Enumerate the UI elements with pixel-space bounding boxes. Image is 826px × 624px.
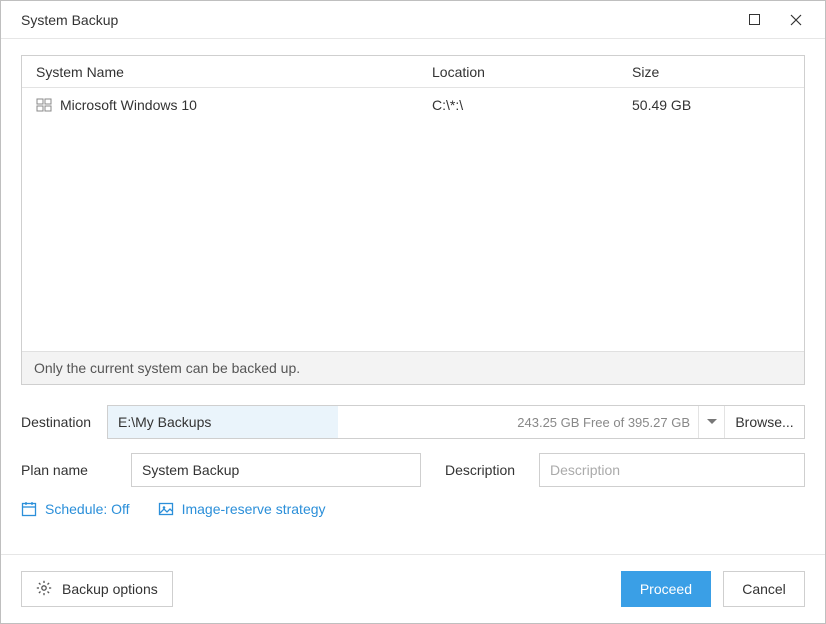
destination-free-space: 243.25 GB Free of 395.27 GB: [338, 406, 698, 438]
system-name: Microsoft Windows 10: [60, 97, 197, 113]
system-size: 50.49 GB: [632, 97, 794, 113]
plan-name-label: Plan name: [21, 462, 107, 478]
column-header-location[interactable]: Location: [432, 64, 632, 80]
maximize-button[interactable]: [733, 5, 775, 35]
plan-description-row: Plan name Description: [21, 453, 805, 487]
titlebar: System Backup: [1, 1, 825, 39]
table-row[interactable]: Microsoft Windows 10 C:\*:\ 50.49 GB: [22, 88, 804, 122]
table-body: Microsoft Windows 10 C:\*:\ 50.49 GB: [22, 88, 804, 351]
table-footer-note: Only the current system can be backed up…: [22, 351, 804, 384]
options-links: Schedule: Off Image-reserve strategy: [21, 501, 805, 517]
calendar-icon: [21, 501, 37, 517]
window-title: System Backup: [21, 12, 733, 28]
backup-options-button[interactable]: Backup options: [21, 571, 173, 607]
description-label: Description: [445, 462, 515, 478]
image-icon: [158, 501, 174, 517]
system-location: C:\*:\: [432, 97, 632, 113]
browse-button[interactable]: Browse...: [724, 406, 804, 438]
description-input[interactable]: [539, 453, 805, 487]
content-area: System Name Location Size Microsoft Wind…: [1, 39, 825, 554]
form-section: Destination E:\My Backups 243.25 GB Free…: [21, 405, 805, 527]
column-header-name[interactable]: System Name: [32, 64, 432, 80]
destination-row: Destination E:\My Backups 243.25 GB Free…: [21, 405, 805, 439]
image-reserve-link-text: Image-reserve strategy: [182, 501, 326, 517]
schedule-link[interactable]: Schedule: Off: [21, 501, 130, 517]
destination-dropdown[interactable]: [698, 406, 724, 438]
proceed-button[interactable]: Proceed: [621, 571, 711, 607]
close-button[interactable]: [775, 5, 817, 35]
column-header-size[interactable]: Size: [632, 64, 794, 80]
footer: Backup options Proceed Cancel: [1, 554, 825, 623]
system-backup-window: System Backup System Name Location Size: [0, 0, 826, 624]
image-reserve-link[interactable]: Image-reserve strategy: [158, 501, 326, 517]
maximize-icon: [749, 14, 760, 25]
close-icon: [790, 14, 802, 26]
table-header: System Name Location Size: [22, 56, 804, 88]
system-table: System Name Location Size Microsoft Wind…: [21, 55, 805, 385]
destination-label: Destination: [21, 414, 107, 430]
plan-name-input[interactable]: [131, 453, 421, 487]
chevron-down-icon: [707, 419, 717, 425]
cancel-button[interactable]: Cancel: [723, 571, 805, 607]
schedule-link-text: Schedule: Off: [45, 501, 130, 517]
destination-field: E:\My Backups 243.25 GB Free of 395.27 G…: [107, 405, 805, 439]
backup-options-label: Backup options: [62, 581, 158, 597]
gear-icon: [36, 580, 52, 599]
windows-icon: [36, 97, 52, 113]
destination-path[interactable]: E:\My Backups: [108, 406, 338, 438]
